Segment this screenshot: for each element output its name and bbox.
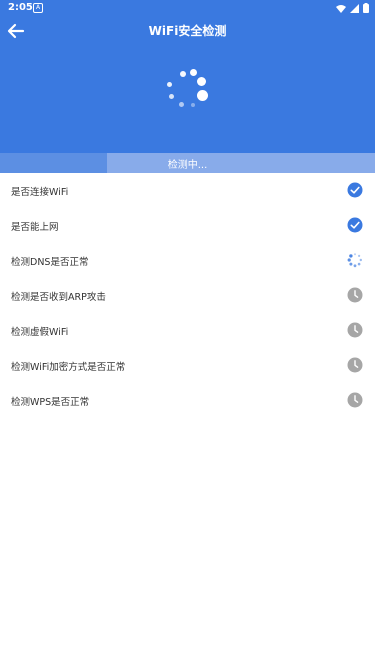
- check-label: 是否能上网: [11, 222, 59, 233]
- check-circle-icon: [347, 182, 363, 198]
- spinner-dot: [197, 77, 206, 86]
- check-label: 检测DNS是否正常: [11, 257, 89, 268]
- spinner-dot: [190, 69, 197, 76]
- top-bar: WiFi安全检测: [0, 16, 375, 46]
- clock-icon: [347, 287, 363, 303]
- progress-bar: 检测中...: [0, 153, 375, 173]
- check-label: 检测WPS是否正常: [11, 397, 90, 408]
- notification-icon: A: [33, 3, 43, 13]
- check-label: 检测是否收到ARP攻击: [11, 292, 106, 303]
- list-item: 是否连接WiFi: [0, 173, 375, 208]
- progress-label: 检测中...: [167, 160, 208, 171]
- status-bar: 2:05 A: [0, 0, 375, 16]
- check-circle-icon: [347, 217, 363, 233]
- page-title: WiFi安全检测: [148, 24, 227, 38]
- spinner-dot: [180, 71, 186, 77]
- check-label: 是否连接WiFi: [11, 187, 69, 198]
- status-time: 2:05: [8, 2, 33, 13]
- status-icons: [336, 3, 369, 13]
- clock-icon: [347, 357, 363, 373]
- list-item: 检测WiFi加密方式是否正常: [0, 348, 375, 383]
- list-item: 检测是否收到ARP攻击: [0, 278, 375, 313]
- spinner-icon: [347, 252, 363, 268]
- wifi-icon: [336, 4, 346, 13]
- loading-spinner: [164, 68, 210, 114]
- check-label: 检测虚假WiFi: [11, 327, 69, 338]
- check-label: 检测WiFi加密方式是否正常: [11, 362, 126, 373]
- check-list: 是否连接WiFi 是否能上网检测DNS是否正常检测是否收到ARP攻击 检测虚假WiF…: [0, 173, 375, 418]
- clock-icon: [347, 322, 363, 338]
- list-item: 检测DNS是否正常: [0, 243, 375, 278]
- clock-icon: [347, 392, 363, 408]
- spinner-dot: [191, 103, 195, 107]
- spinner-dot: [179, 102, 184, 107]
- signal-icon: [350, 3, 359, 13]
- battery-icon: [363, 3, 369, 13]
- list-item: 检测WPS是否正常: [0, 383, 375, 418]
- spinner-dot: [197, 90, 208, 101]
- spinner-dot: [169, 94, 174, 99]
- header: 2:05 A WiFi安全检测 检测中...: [0, 0, 375, 173]
- list-item: 是否能上网: [0, 208, 375, 243]
- list-item: 检测虚假WiFi: [0, 313, 375, 348]
- spinner-dot: [167, 82, 172, 87]
